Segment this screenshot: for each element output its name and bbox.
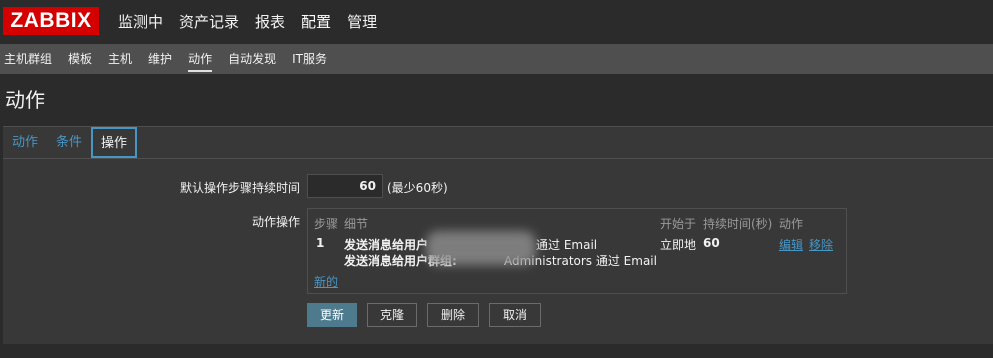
zabbix-logo[interactable]: ZABBIX — [3, 7, 99, 35]
row-duration: 60 — [703, 236, 720, 250]
submenu-it-services[interactable]: IT服务 — [288, 44, 335, 74]
submenu-templates[interactable]: 模板 — [64, 44, 100, 74]
redacted-blur — [426, 231, 536, 265]
header-step: 步骤 — [314, 217, 339, 231]
menu-configuration[interactable]: 配置 — [293, 0, 339, 44]
header-action: 动作 — [779, 217, 804, 231]
update-button[interactable]: 更新 — [307, 303, 357, 327]
step-duration-label: 默认操作步骤持续时间 — [179, 181, 300, 195]
tab-action[interactable]: 动作 — [3, 127, 47, 158]
action-form-panel: 动作 条件 操作 默认操作步骤持续时间 60 (最少60秒) 动作操作 步骤 细… — [3, 126, 993, 344]
form-tabs: 动作 条件 操作 — [3, 127, 138, 158]
main-menu: 监测中 资产记录 报表 配置 管理 — [110, 0, 385, 44]
tab-divider — [3, 158, 993, 159]
header-details: 细节 — [344, 217, 369, 231]
menu-inventory[interactable]: 资产记录 — [171, 0, 247, 44]
submenu-actions[interactable]: 动作 — [184, 44, 220, 74]
header-duration: 持续时间(秒) — [703, 217, 773, 231]
header-start-in: 开始于 — [660, 217, 697, 231]
operations-table: 步骤 细节 开始于 持续时间(秒) 动作 1 发送消息给用户 通过 Email … — [307, 208, 847, 294]
operations-label: 动作操作 — [251, 215, 300, 229]
submenu-discovery[interactable]: 自动发现 — [224, 44, 284, 74]
tab-operations[interactable]: 操作 — [91, 127, 138, 158]
details-line1-prefix: 发送消息给用户 — [344, 238, 429, 252]
step-duration-input[interactable]: 60 — [307, 174, 383, 198]
menu-reports[interactable]: 报表 — [247, 0, 293, 44]
row-step: 1 — [316, 236, 325, 250]
submenu-hosts[interactable]: 主机 — [104, 44, 140, 74]
menu-administration[interactable]: 管理 — [339, 0, 385, 44]
page-header: 动作 — [0, 74, 993, 118]
page-title: 动作 — [5, 88, 45, 112]
delete-button[interactable]: 删除 — [427, 303, 479, 327]
sub-navigation: 主机群组 模板 主机 维护 动作 自动发现 IT服务 — [0, 44, 993, 74]
details-line1-suffix: 通过 Email — [536, 238, 598, 252]
submenu-host-groups[interactable]: 主机群组 — [0, 44, 60, 74]
new-operation-link[interactable]: 新的 — [314, 273, 338, 290]
top-navigation: ZABBIX 监测中 资产记录 报表 配置 管理 — [0, 0, 993, 44]
edit-operation-link[interactable]: 编辑 — [779, 236, 803, 253]
remove-operation-link[interactable]: 移除 — [809, 236, 833, 253]
menu-monitoring[interactable]: 监测中 — [110, 0, 171, 44]
step-duration-hint: (最少60秒) — [387, 181, 448, 195]
submenu-maintenance[interactable]: 维护 — [144, 44, 180, 74]
tab-conditions[interactable]: 条件 — [47, 127, 91, 158]
row-start-in: 立即地 — [660, 238, 697, 252]
cancel-button[interactable]: 取消 — [489, 303, 541, 327]
clone-button[interactable]: 克隆 — [367, 303, 417, 327]
